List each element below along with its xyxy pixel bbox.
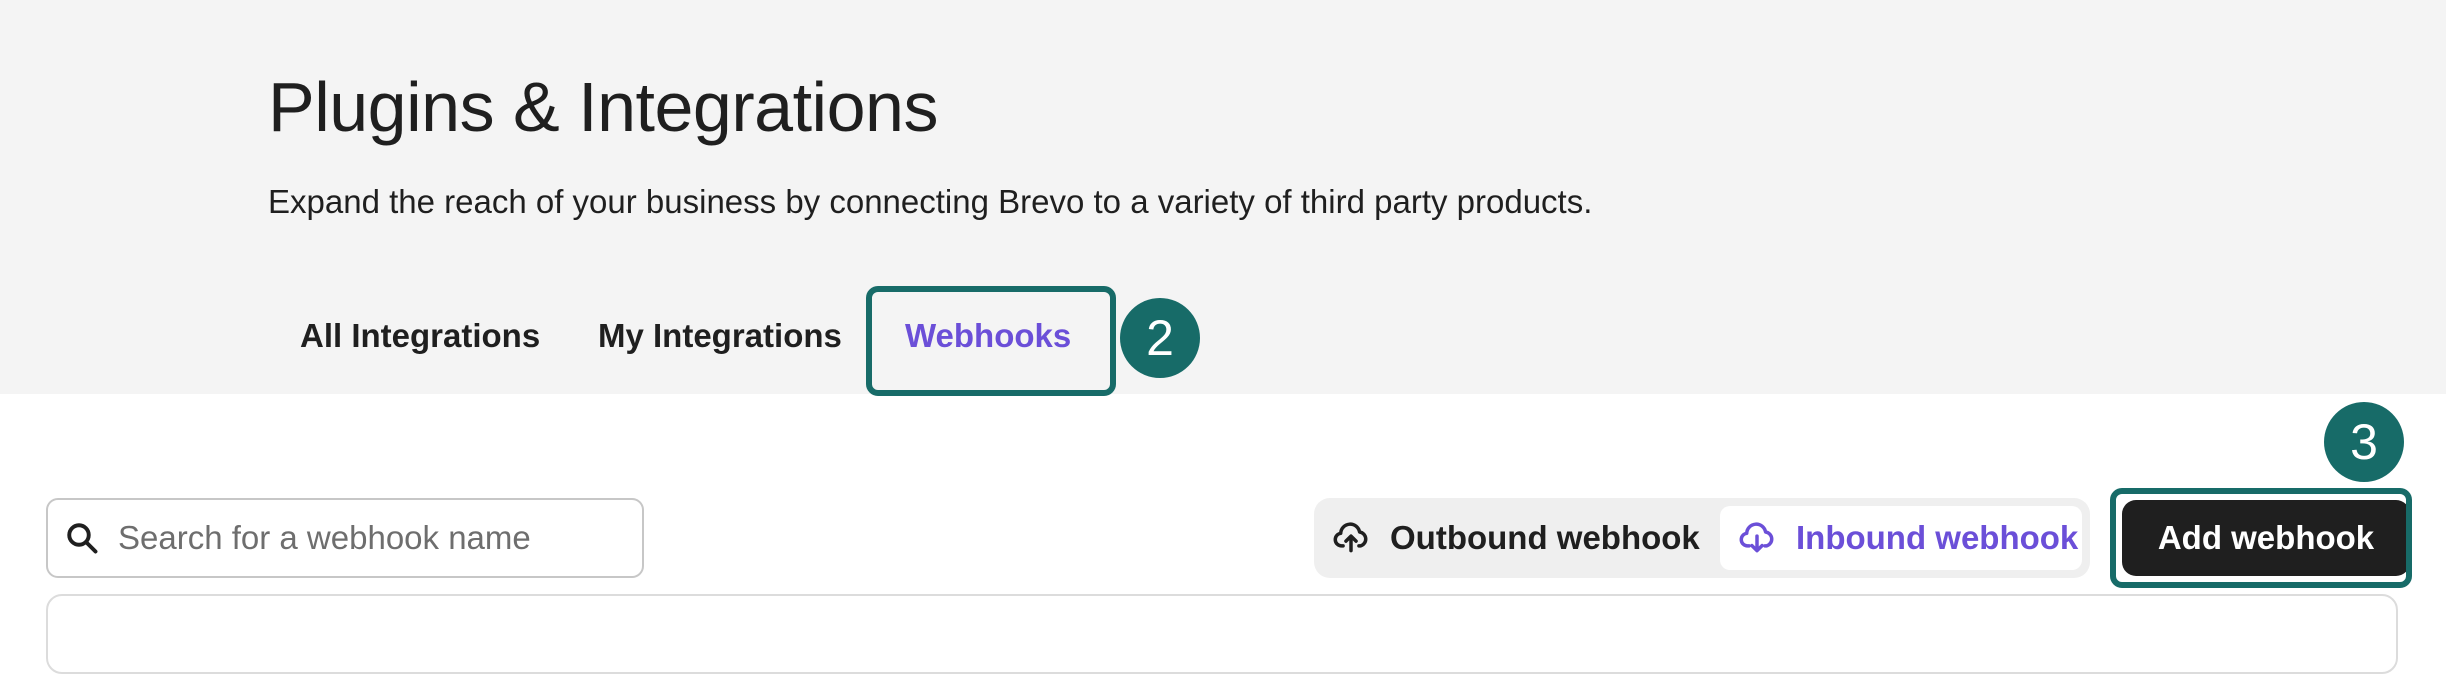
highlight-box-webhooks-tab	[866, 286, 1116, 396]
inbound-webhook-button[interactable]: Inbound webhook	[1720, 506, 2082, 570]
highlight-box-add-webhook	[2110, 488, 2412, 588]
page-title: Plugins & Integrations	[268, 68, 938, 146]
page-header: Plugins & Integrations Expand the reach …	[0, 0, 2446, 394]
inbound-webhook-label: Inbound webhook	[1796, 519, 2079, 556]
outbound-webhook-button[interactable]: Outbound webhook	[1332, 506, 1700, 570]
step-badge-3: 3	[2324, 402, 2404, 482]
step-badge-2: 2	[1120, 298, 1200, 378]
cloud-download-icon	[1739, 522, 1774, 553]
webhook-type-toggle: Outbound webhook Inbound webhook	[1314, 498, 2090, 578]
search-icon	[67, 523, 98, 554]
webhook-list-container	[46, 594, 2398, 674]
page-subtitle: Expand the reach of your business by con…	[268, 183, 1593, 220]
cloud-upload-icon	[1333, 522, 1368, 553]
tab-all-integrations[interactable]: All Integrations	[300, 308, 540, 364]
search-input[interactable]	[118, 519, 618, 557]
search-box[interactable]	[46, 498, 644, 578]
outbound-webhook-label: Outbound webhook	[1390, 519, 1700, 556]
tab-my-integrations[interactable]: My Integrations	[598, 308, 842, 364]
